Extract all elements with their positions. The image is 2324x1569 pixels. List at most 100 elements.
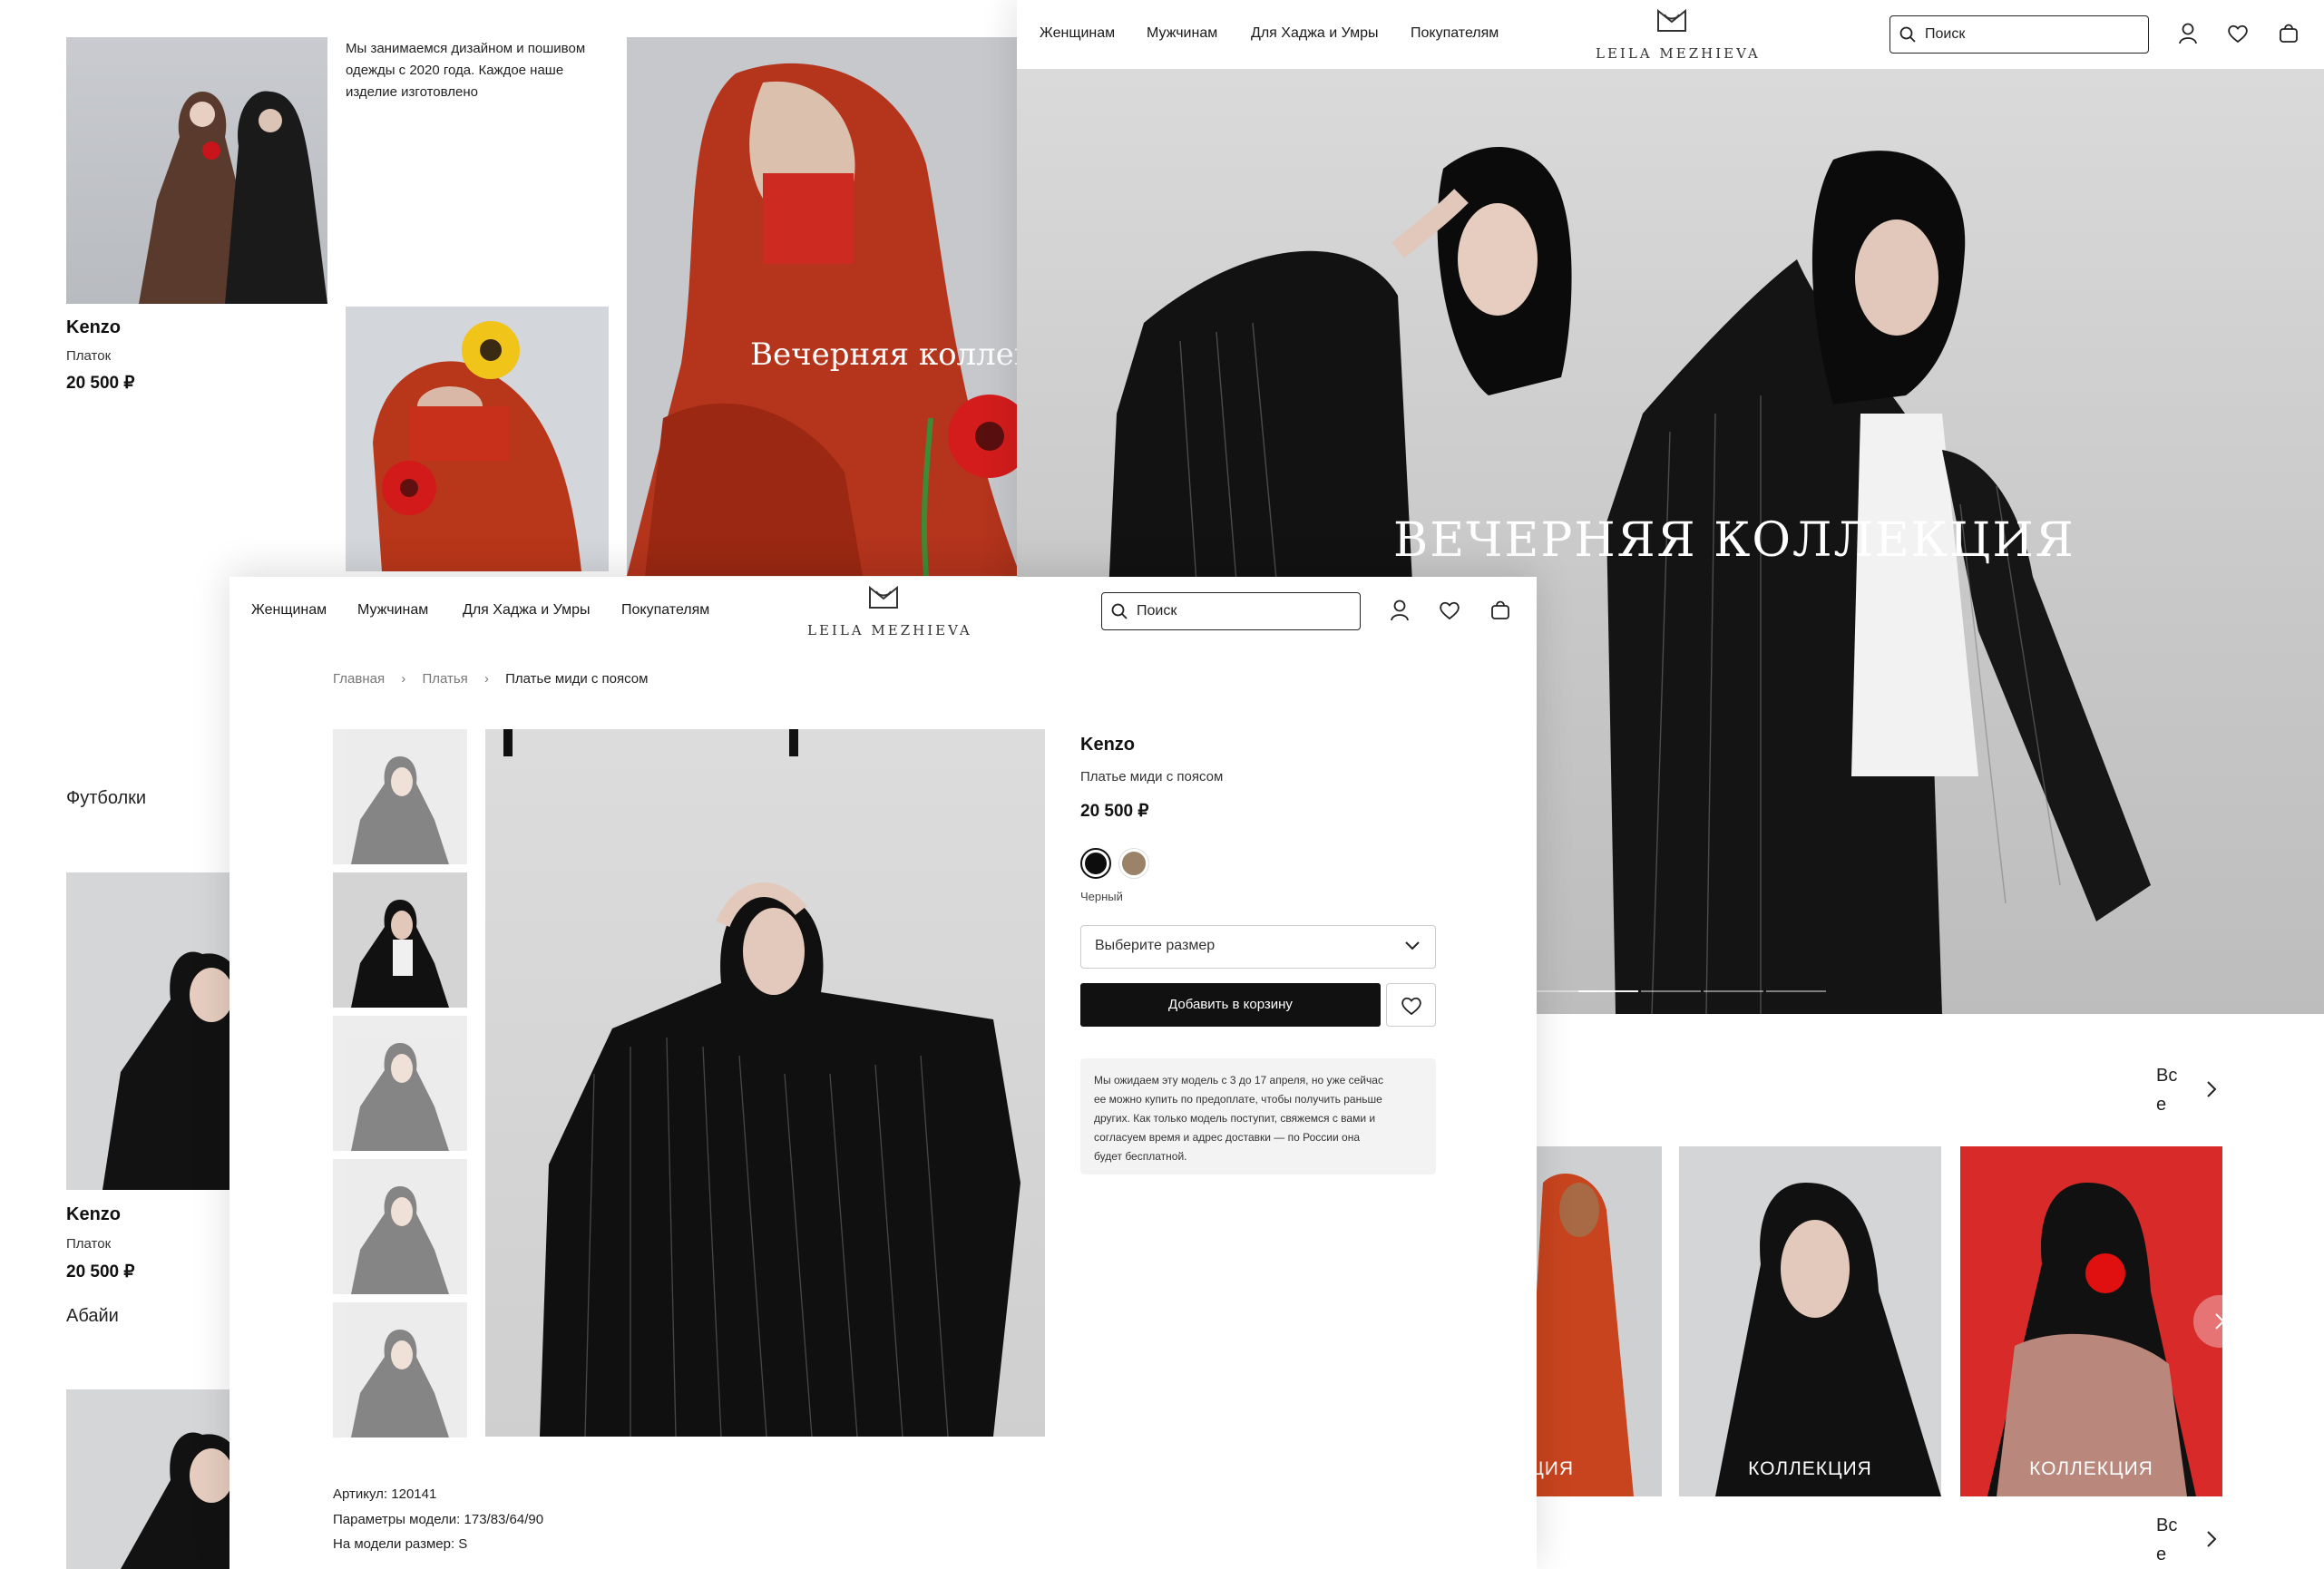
all-link[interactable]: Вс е [2156, 1061, 2177, 1119]
bag-icon[interactable] [1490, 599, 1510, 620]
logo-text[interactable]: LEILA MEZHIEVA [1596, 45, 1761, 62]
search-input[interactable]: Поиск [1889, 15, 2149, 54]
product-panel: Женщинам Мужчинам Для Хаджа и Умры Покуп… [229, 577, 1537, 1569]
header: Женщинам Мужчинам Для Хаджа и Умры Покуп… [1017, 0, 2324, 69]
logo-text[interactable]: LEILA MEZHIEVA [807, 622, 972, 638]
collection-banner[interactable]: Вечерняя коллекция [627, 37, 1020, 576]
all-link-text: е [2156, 1095, 2167, 1115]
nav-customers[interactable]: Покупателям [621, 602, 709, 619]
swatch-fill [1085, 853, 1107, 874]
article-number: Артикул: 120141 [333, 1486, 437, 1502]
product-photo [139, 91, 327, 304]
notice-line: других. Как только модель поступит, свяж… [1094, 1112, 1376, 1125]
product-image[interactable] [66, 37, 327, 304]
thumbnail-list [333, 729, 467, 1437]
thumbnail-art [351, 1330, 449, 1437]
flower-photo[interactable] [346, 307, 609, 571]
nav-hajj[interactable]: Для Хаджа и Умры [463, 602, 590, 619]
chevron-right-icon: › [401, 671, 406, 687]
search-icon [1899, 26, 1916, 43]
card-caption: КОЛЛЕКЦИЯ [2029, 1458, 2153, 1479]
color-swatch-black[interactable] [1080, 848, 1111, 879]
nav-women[interactable]: Женщинам [251, 602, 327, 619]
card-caption: КОЛЛЕКЦИЯ [1748, 1458, 1872, 1479]
add-to-cart-label: Добавить в корзину [1168, 997, 1293, 1012]
all-link-text: Вс [2156, 1515, 2178, 1535]
favorite-button[interactable] [1386, 983, 1436, 1027]
breadcrumb: Главная › Платья › Платье миди с поясом [333, 671, 648, 687]
search-placeholder: Поиск [1925, 26, 1966, 42]
add-to-cart-button[interactable]: Добавить в корзину [1080, 983, 1381, 1027]
slider-dot[interactable] [1641, 990, 1701, 992]
flower-photo-art [373, 321, 581, 571]
bag-icon[interactable] [2279, 22, 2299, 44]
breadcrumb-category[interactable]: Платья [422, 671, 467, 687]
heart-icon [1401, 997, 1421, 1016]
slider-dot[interactable] [1578, 990, 1638, 992]
section-title[interactable]: Абайи [66, 1306, 119, 1327]
chevron-right-icon [2215, 1313, 2225, 1330]
size-select-label: Выберите размер [1095, 938, 1216, 953]
notice-line: ее можно купить по предоплате, чтобы пол… [1094, 1093, 1382, 1106]
logo-icon[interactable] [867, 584, 900, 611]
about-line: одежды с 2020 года. Каждое наше [346, 63, 564, 78]
carousel-next-button[interactable] [2193, 1295, 2246, 1348]
model-size: На модели размер: S [333, 1536, 468, 1552]
header: Женщинам Мужчинам Для Хаджа и Умры Покуп… [229, 577, 1537, 646]
nav-customers[interactable]: Покупателям [1411, 25, 1499, 42]
main-product-art [503, 729, 1020, 1437]
search-placeholder: Поиск [1137, 603, 1177, 619]
slider-dot[interactable] [1704, 990, 1763, 992]
thumbnail[interactable] [333, 1302, 467, 1437]
about-line: Мы занимаемся дизайном и пошивом [346, 41, 586, 56]
card-price: 20 500 ₽ [66, 1262, 135, 1282]
slider-dot[interactable] [1766, 990, 1826, 992]
section-title[interactable]: Футболки [66, 788, 146, 809]
heart-icon[interactable] [1439, 600, 1460, 620]
size-select[interactable]: Выберите размер [1080, 925, 1436, 969]
thumbnail[interactable] [333, 729, 467, 864]
notice-line: будет бесплатной. [1094, 1150, 1187, 1163]
color-swatch-beige[interactable] [1119, 849, 1148, 878]
all-link[interactable]: Вс е [2156, 1511, 2177, 1569]
card-price: 20 500 ₽ [66, 374, 135, 393]
chevron-down-icon [1405, 941, 1420, 950]
nav-hajj[interactable]: Для Хаджа и Умры [1251, 25, 1378, 42]
user-icon[interactable] [2178, 23, 2198, 44]
about-text: Мы занимаемся дизайном и пошивом одежды … [346, 38, 585, 103]
banner-caption: Вечерняя коллекция [750, 336, 1020, 373]
notice-line: согласуем время и адрес доставки — по Ро… [1094, 1131, 1360, 1144]
collection-card[interactable]: КОЛЛЕКЦИЯ [1960, 1146, 2222, 1496]
heart-icon[interactable] [2227, 24, 2249, 44]
card-art [1987, 1183, 2196, 1496]
thumbnail-art [351, 900, 449, 1008]
thumbnail-art [351, 756, 449, 864]
chevron-right-icon[interactable] [2205, 1079, 2218, 1099]
logo-icon[interactable] [1655, 7, 1688, 34]
collection-card[interactable]: КОЛЛЕКЦИЯ [1679, 1146, 1941, 1496]
all-link-text: Вс [2156, 1066, 2178, 1086]
nav-men[interactable]: Мужчинам [1147, 25, 1217, 42]
breadcrumb-home[interactable]: Главная [333, 671, 385, 687]
about-line: изделие изготовлено [346, 84, 478, 100]
thumbnail[interactable] [333, 1016, 467, 1151]
chevron-right-icon: › [483, 671, 489, 687]
thumbnail[interactable] [333, 872, 467, 1008]
model-params: Параметры модели: 173/83/64/90 [333, 1512, 544, 1527]
card-brand: Kenzo [66, 1204, 121, 1224]
main-product-image[interactable] [485, 729, 1045, 1437]
all-link-text: е [2156, 1545, 2167, 1564]
notice-line: Мы ожидаем эту модель с 3 до 17 апреля, … [1094, 1074, 1383, 1087]
product-price: 20 500 ₽ [1080, 802, 1149, 821]
product-brand: Kenzo [1080, 735, 1135, 755]
thumbnail[interactable] [333, 1159, 467, 1294]
product-name: Платье миди с поясом [1080, 769, 1224, 784]
thumbnail-art [351, 1043, 449, 1151]
breadcrumb-current: Платье миди с поясом [505, 671, 649, 687]
card-brand: Kenzo [66, 317, 121, 337]
nav-men[interactable]: Мужчинам [357, 602, 428, 619]
search-input[interactable]: Поиск [1101, 592, 1361, 630]
user-icon[interactable] [1390, 599, 1410, 621]
nav-women[interactable]: Женщинам [1040, 25, 1115, 42]
chevron-right-icon[interactable] [2205, 1529, 2218, 1549]
